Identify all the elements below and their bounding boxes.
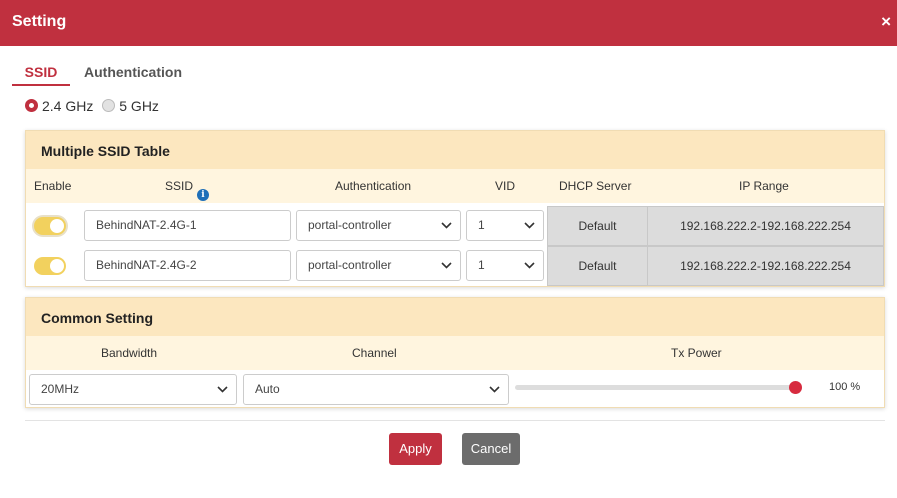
- col-ssid-label: SSID: [165, 179, 194, 193]
- toggle-knob: [50, 259, 64, 273]
- chevron-down-icon: [524, 211, 535, 240]
- dhcp-server-cell: Default: [547, 246, 648, 286]
- vid-value: 1: [478, 258, 485, 272]
- common-setting-panel: Common Setting Bandwidth Channel Tx Powe…: [25, 297, 885, 408]
- apply-button[interactable]: Apply: [389, 433, 442, 465]
- info-icon[interactable]: i: [197, 189, 210, 201]
- col-tx-power: Tx Power: [671, 346, 722, 360]
- dhcp-server-cell: Default: [547, 206, 648, 246]
- slider-knob[interactable]: [789, 381, 802, 394]
- ssid-input[interactable]: BehindNAT-2.4G-1: [84, 210, 291, 241]
- ssid-table-title: Multiple SSID Table: [26, 131, 884, 169]
- toggle-knob: [50, 219, 64, 233]
- authentication-value: portal-controller: [308, 218, 392, 232]
- ip-range-cell: 192.168.222.2-192.168.222.254: [647, 206, 884, 246]
- chevron-down-icon: [217, 375, 228, 404]
- enable-toggle[interactable]: [34, 257, 66, 275]
- table-row: BehindNAT-2.4G-1 portal-controller 1 Def…: [26, 206, 884, 246]
- multiple-ssid-panel: Multiple SSID Table Enable SSID i Authent…: [25, 130, 885, 287]
- col-ip-range: IP Range: [739, 179, 789, 193]
- radio-5ghz[interactable]: [102, 99, 116, 112]
- dialog-title: Setting: [12, 13, 67, 30]
- authentication-select[interactable]: portal-controller: [296, 250, 461, 281]
- authentication-select[interactable]: portal-controller: [296, 210, 461, 241]
- tab-ssid[interactable]: SSID: [12, 64, 70, 86]
- cancel-button[interactable]: Cancel: [462, 433, 520, 465]
- chevron-down-icon: [524, 251, 535, 280]
- tx-power-slider[interactable]: [515, 381, 802, 394]
- ssid-input[interactable]: BehindNAT-2.4G-2: [84, 250, 291, 281]
- tx-power-value: 100 %: [829, 381, 861, 393]
- common-setting-header: Bandwidth Channel Tx Power: [26, 336, 884, 370]
- divider: [25, 420, 885, 421]
- vid-select[interactable]: 1: [466, 210, 544, 241]
- col-vid: VID: [495, 179, 516, 193]
- tab-authentication[interactable]: Authentication: [84, 64, 182, 86]
- common-setting-title: Common Setting: [26, 298, 884, 336]
- col-enable: Enable: [34, 179, 72, 193]
- band-selector: 2.4 GHz 5 GHz: [25, 98, 164, 114]
- col-dhcp: DHCP Server: [559, 179, 632, 193]
- channel-select[interactable]: Auto: [243, 374, 509, 405]
- vid-value: 1: [478, 218, 485, 232]
- bandwidth-value: 20MHz: [41, 382, 80, 396]
- col-channel: Channel: [352, 346, 397, 360]
- enable-toggle[interactable]: [34, 217, 66, 235]
- close-icon[interactable]: ×: [881, 12, 891, 32]
- chevron-down-icon: [441, 211, 452, 240]
- ip-range-cell: 192.168.222.2-192.168.222.254: [647, 246, 884, 286]
- channel-value: Auto: [255, 382, 280, 396]
- bandwidth-select[interactable]: 20MHz: [29, 374, 237, 405]
- radio-5ghz-label[interactable]: 5 GHz: [119, 98, 159, 114]
- chevron-down-icon: [441, 251, 452, 280]
- radio-2-4ghz[interactable]: [25, 99, 38, 112]
- col-authentication: Authentication: [335, 179, 412, 193]
- col-ssid: SSID i: [165, 179, 210, 201]
- authentication-value: portal-controller: [308, 258, 392, 272]
- col-bandwidth: Bandwidth: [101, 346, 158, 360]
- ssid-table-header: Enable SSID i Authentication VID DHCP Ser…: [26, 169, 884, 203]
- vid-select[interactable]: 1: [466, 250, 544, 281]
- dialog-header: Setting ×: [0, 0, 897, 46]
- radio-2-4ghz-label[interactable]: 2.4 GHz: [42, 98, 93, 114]
- table-row: BehindNAT-2.4G-2 portal-controller 1 Def…: [26, 246, 884, 286]
- chevron-down-icon: [489, 375, 500, 404]
